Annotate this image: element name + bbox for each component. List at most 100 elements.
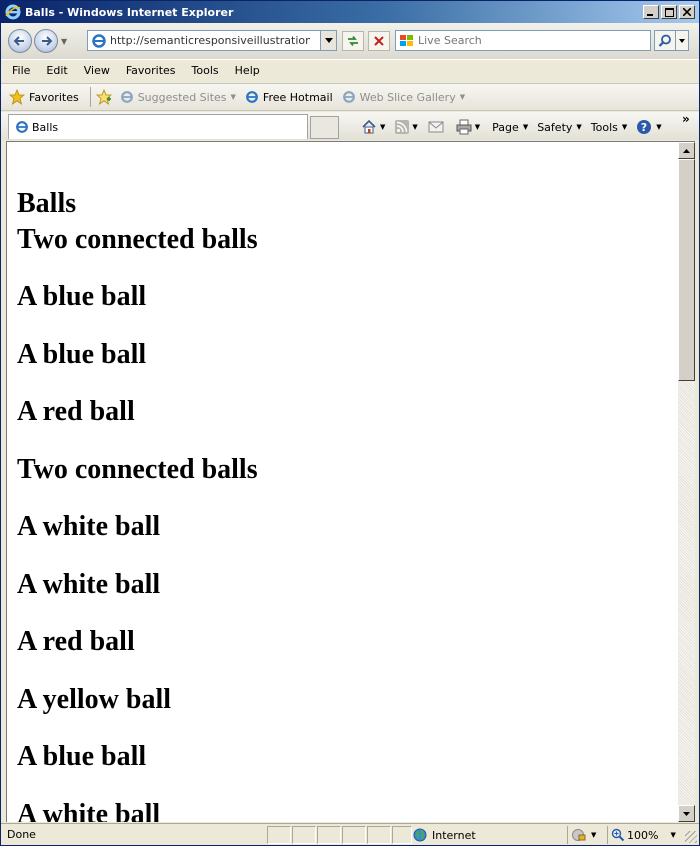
tools-menu-button[interactable]: Tools ▼ (591, 121, 628, 134)
zoom-label: 100% (627, 828, 659, 842)
favorites-link-suggested-sites[interactable]: Suggested Sites ▼ (120, 90, 236, 104)
protected-mode-icon (572, 829, 586, 841)
search-button[interactable] (654, 30, 676, 51)
chevron-down-icon: ▼ (230, 93, 236, 101)
ie-page-icon (342, 91, 355, 103)
forward-button[interactable] (34, 29, 58, 53)
read-mail-button[interactable] (428, 121, 444, 133)
mail-icon (428, 121, 444, 133)
home-button[interactable]: ▼ (361, 119, 385, 135)
menu-edit[interactable]: Edit (38, 64, 75, 77)
stop-icon (374, 36, 384, 46)
maximize-icon (664, 7, 674, 17)
menu-help[interactable]: Help (227, 64, 268, 77)
scroll-track[interactable] (678, 381, 695, 806)
favorites-button[interactable]: Favorites (9, 89, 79, 105)
safety-menu-label: Safety (537, 120, 573, 134)
favorites-label: Favorites (29, 90, 79, 104)
scroll-up-arrow-icon (683, 148, 690, 153)
scroll-down-arrow-icon (683, 811, 690, 816)
scroll-thumb[interactable] (678, 159, 695, 381)
close-button[interactable] (679, 5, 695, 19)
address-input[interactable] (110, 34, 310, 47)
favorites-bar: Favorites Suggested Sites ▼ Free Hotmail… (1, 83, 699, 111)
ie-page-icon (120, 91, 133, 103)
forward-arrow-icon (42, 36, 53, 46)
menu-file[interactable]: File (1, 64, 38, 77)
more-commands-chevron-icon[interactable]: » (682, 112, 690, 126)
favorites-separator (89, 87, 91, 107)
chevron-down-icon[interactable]: ▼ (475, 123, 480, 131)
chevron-down-icon: ▼ (656, 123, 662, 131)
security-zone[interactable]: Internet (413, 826, 563, 844)
page-heading: A white ball (17, 511, 161, 542)
ie-page-icon (246, 91, 258, 103)
search-input[interactable] (418, 34, 638, 47)
page-heading: A white ball (17, 798, 161, 823)
scroll-down-button[interactable] (678, 805, 695, 822)
status-panel (342, 826, 366, 844)
page-heading: A blue ball (17, 338, 147, 370)
new-tab-button[interactable] (310, 116, 339, 139)
scroll-up-button[interactable] (678, 142, 695, 159)
page-menu-button[interactable]: Page ▼ (492, 121, 528, 134)
help-menu-button[interactable]: ? ▼ (636, 119, 662, 135)
refresh-icon (348, 35, 358, 47)
zoom-level-button[interactable]: 100% ▼ (607, 826, 677, 844)
feeds-button[interactable]: ▼ (395, 120, 418, 134)
suggested-sites-label: Suggested Sites (137, 90, 227, 104)
favorites-link-web-slice-gallery[interactable]: Web Slice Gallery ▼ (342, 90, 465, 104)
safety-menu-button[interactable]: Safety ▼ (537, 121, 582, 134)
title-bar[interactable]: Balls - Windows Internet Explorer (1, 1, 699, 23)
chevron-down-icon: ▼ (591, 831, 597, 839)
search-options-dropdown[interactable] (676, 30, 689, 51)
protected-mode-button[interactable]: ▼ (567, 826, 603, 844)
resize-grip[interactable] (685, 831, 697, 843)
chevron-down-icon: ▼ (670, 831, 676, 839)
page-heading: A blue ball (17, 741, 147, 772)
command-bar: Balls ▼ ▼ ▼ Page ▼ Safety ▼ Tools ▼ ? ▼ … (1, 112, 699, 140)
stop-button[interactable] (368, 31, 390, 51)
svg-text:?: ? (641, 121, 647, 134)
chevron-down-icon: ▼ (621, 123, 628, 131)
help-icon: ? (637, 120, 652, 134)
chevron-down-icon: ▼ (459, 93, 466, 101)
address-dropdown-button[interactable] (320, 31, 336, 50)
search-box[interactable] (395, 30, 651, 51)
tab-label: Balls (32, 120, 59, 134)
minimize-button[interactable] (643, 5, 659, 19)
status-panel (267, 826, 291, 844)
address-bar[interactable] (87, 30, 337, 51)
page-heading: A red ball (17, 626, 135, 657)
refresh-button[interactable] (342, 31, 364, 51)
maximize-button[interactable] (661, 5, 677, 19)
favorites-star-icon (9, 89, 25, 105)
menu-tools[interactable]: Tools (184, 64, 227, 77)
live-search-icon (400, 34, 413, 46)
add-to-favorites-bar-button[interactable] (95, 89, 112, 105)
chevron-down-icon: ▼ (576, 123, 582, 131)
print-button[interactable]: ▼ (456, 119, 480, 135)
recent-pages-dropdown-icon[interactable]: ▼ (61, 37, 69, 46)
tab-balls[interactable]: Balls (8, 114, 308, 139)
add-favorite-icon (95, 89, 112, 105)
magnifier-icon (658, 34, 671, 47)
favorites-link-free-hotmail[interactable]: Free Hotmail (245, 90, 333, 104)
status-bar: Done Internet ▼ 100% ▼ (1, 823, 699, 845)
menu-favorites[interactable]: Favorites (118, 64, 184, 77)
rss-feed-icon (395, 120, 410, 134)
close-icon (683, 8, 691, 16)
zone-label: Internet (432, 828, 476, 842)
globe-icon (413, 828, 427, 842)
page-heading: Two connected balls (17, 223, 258, 255)
menu-bar: File Edit View Favorites Tools Help (1, 59, 699, 81)
menu-view[interactable]: View (76, 64, 118, 77)
vertical-scrollbar[interactable] (678, 141, 695, 822)
ie-page-icon (92, 33, 106, 48)
page-heading: A yellow ball (17, 683, 172, 715)
chevron-down-icon[interactable]: ▼ (380, 123, 385, 131)
ie-page-icon (16, 121, 28, 133)
chevron-down-icon[interactable]: ▼ (412, 123, 417, 131)
back-button[interactable] (8, 29, 32, 53)
status-panel (392, 826, 412, 844)
